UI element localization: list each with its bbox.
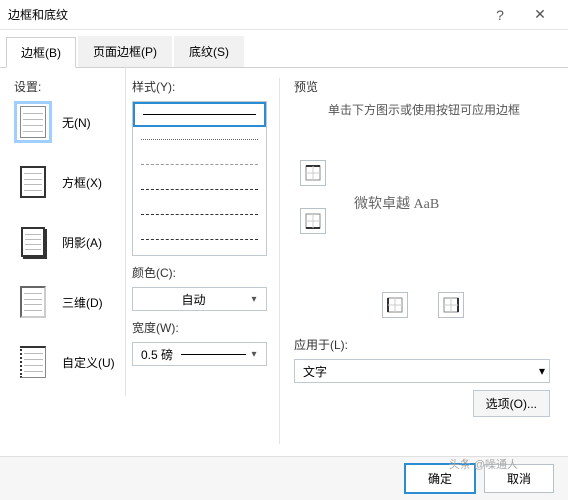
apply-dropdown[interactable]: 文字 ▾	[294, 359, 550, 383]
close-button[interactable]: ✕	[520, 6, 560, 23]
tab-border[interactable]: 边框(B)	[6, 37, 76, 68]
color-label: 颜色(C):	[132, 264, 267, 281]
preview-left-border-button[interactable]	[382, 292, 408, 318]
preview-bottom-border-button[interactable]	[300, 208, 326, 234]
chevron-down-icon: ▾	[246, 349, 262, 360]
setting-none-icon	[14, 101, 52, 143]
setting-shadow-icon	[14, 221, 52, 263]
style-listbox[interactable]	[132, 101, 267, 256]
setting-box-icon	[14, 161, 52, 203]
setting-custom[interactable]: 自定义(U)	[14, 341, 122, 383]
options-button[interactable]: 选项(O)...	[473, 390, 550, 417]
preview-label: 预览	[294, 78, 554, 95]
style-option[interactable]	[133, 227, 266, 252]
preview-top-border-button[interactable]	[300, 160, 326, 186]
chevron-down-icon: ▾	[539, 364, 545, 378]
style-option[interactable]	[133, 152, 266, 177]
color-dropdown[interactable]: 自动 ▾	[132, 287, 267, 311]
tab-page-border[interactable]: 页面边框(P)	[78, 36, 172, 67]
style-option[interactable]	[133, 127, 266, 152]
preview-sample-text: 微软卓越 AaB	[354, 193, 439, 213]
setting-3d[interactable]: 三维(D)	[14, 281, 122, 323]
setting-box[interactable]: 方框(X)	[14, 161, 122, 203]
settings-label: 设置:	[14, 78, 122, 95]
preview-right-border-button[interactable]	[438, 292, 464, 318]
preview-hint: 单击下方图示或使用按钮可应用边框	[294, 101, 554, 119]
style-option[interactable]	[133, 202, 266, 227]
tab-bar: 边框(B) 页面边框(P) 底纹(S)	[0, 30, 568, 68]
watermark: 头条 @噪通人	[449, 456, 518, 472]
help-button[interactable]: ?	[480, 7, 520, 23]
width-dropdown[interactable]: 0.5 磅 ▾	[132, 342, 267, 366]
divider	[125, 66, 126, 396]
style-option[interactable]	[133, 177, 266, 202]
style-option[interactable]	[133, 102, 266, 127]
setting-shadow[interactable]: 阴影(A)	[14, 221, 122, 263]
width-label: 宽度(W):	[132, 319, 267, 336]
setting-3d-icon	[14, 281, 52, 323]
chevron-down-icon: ▾	[246, 294, 262, 305]
setting-none[interactable]: 无(N)	[14, 101, 122, 143]
dialog-title: 边框和底纹	[8, 6, 480, 23]
apply-label: 应用于(L):	[294, 336, 550, 353]
tab-shading[interactable]: 底纹(S)	[174, 36, 244, 67]
setting-custom-icon	[14, 341, 52, 383]
style-label: 样式(Y):	[132, 78, 267, 95]
